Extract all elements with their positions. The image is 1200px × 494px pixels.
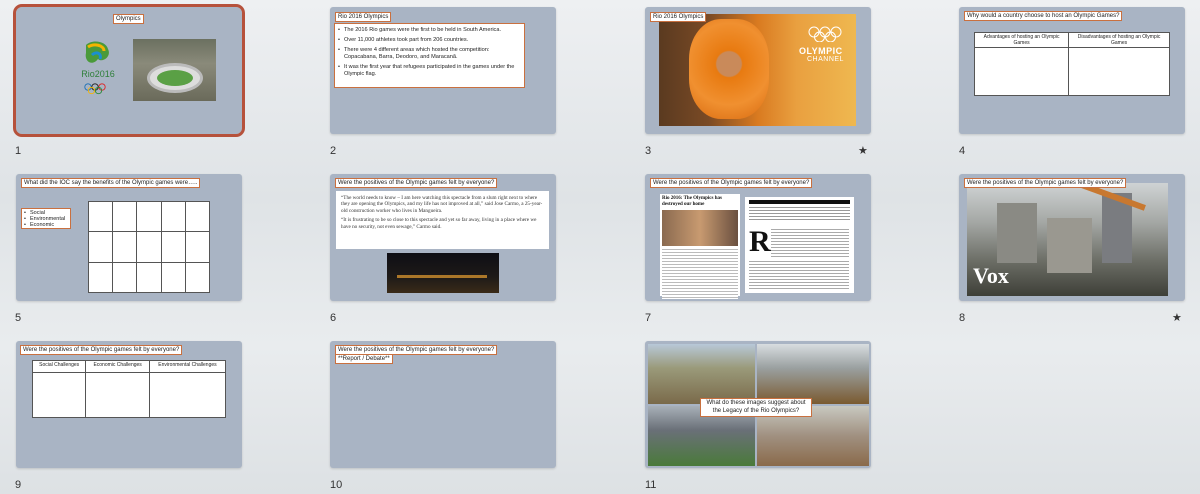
legacy-question-caption: What do these images suggest about the L… — [700, 398, 812, 417]
newspaper-article-left: Rio 2016: The Olympics has destroyed our… — [660, 194, 740, 299]
slide-subtitle: **Report / Debate** — [335, 354, 393, 364]
benefits-grid-table — [87, 200, 211, 294]
olympic-rings-icon — [808, 26, 842, 42]
olympic-channel-logo: OLYMPIC — [799, 46, 843, 56]
advantages-table: Advantages of hosting an Olympic Games Di… — [973, 32, 1170, 96]
animation-star-icon[interactable]: ★ — [1172, 311, 1182, 324]
table-header-disadvantages: Disadvantages of hosting an Olympic Game… — [1068, 32, 1170, 48]
bullet-item: Economic — [24, 222, 68, 228]
slide-thumbnail-11[interactable]: What do these images suggest about the L… — [645, 341, 871, 468]
logo-text: Rio2016 — [81, 69, 115, 79]
olympic-channel-logo-sub: CHANNEL — [807, 56, 844, 63]
quote-box: “The world needs to know – I am here wat… — [336, 191, 549, 249]
slide-number-7: 7 — [645, 312, 652, 324]
carnival-costume-photo: OLYMPIC CHANNEL — [659, 14, 856, 126]
slide-title: Rio 2016 Olympics — [650, 12, 707, 22]
slide-thumbnail-7[interactable]: Were the positives of the Olympic games … — [645, 174, 871, 301]
table-header-environmental: Environmental Challenges — [148, 360, 227, 373]
demolition-photo: Vox — [967, 181, 1168, 296]
bullet-item: There were 4 different areas which hoste… — [338, 47, 521, 61]
bullet-item: Over 11,000 athletes took part from 206 … — [338, 37, 521, 44]
slide-title: Were the positives of the Olympic games … — [20, 345, 183, 355]
slide-number-8: 8 — [959, 312, 966, 324]
slide-title: Rio 2016 Olympics — [335, 12, 392, 22]
bullet-item: The 2016 Rio games were the first to be … — [338, 27, 521, 34]
quote-paragraph: “It is frustrating to be so close to thi… — [341, 217, 537, 230]
slide-number-2: 2 — [330, 145, 337, 157]
abandoned-venue-photo — [648, 344, 755, 404]
facts-bullet-box: The 2016 Rio games were the first to be … — [334, 23, 525, 88]
slide-number-10: 10 — [330, 479, 343, 491]
slide-thumbnail-9[interactable]: Were the positives of the Olympic games … — [16, 341, 242, 468]
table-header-social: Social Challenges — [31, 360, 87, 373]
slide-thumbnail-5[interactable]: What did the IOC say the benefits of the… — [16, 174, 242, 301]
abandoned-pool-photo — [757, 344, 869, 404]
table-header-advantages: Advantages of hosting an Olympic Games — [973, 32, 1070, 48]
slide-number-6: 6 — [330, 312, 337, 324]
slide-title: What did the IOC say the benefits of the… — [21, 178, 201, 188]
slide-thumbnail-1[interactable]: Olympics Rio2016 — [13, 4, 245, 137]
slide-title: Were the positives of the Olympic games … — [650, 178, 813, 188]
challenges-table: Social Challenges Economic Challenges En… — [31, 360, 227, 418]
slide-thumbnail-3[interactable]: Rio 2016 Olympics OLYMPIC CHANNEL — [645, 7, 871, 134]
slide-title: Why would a country choose to host an Ol… — [964, 11, 1123, 21]
slide-title: Olympics — [113, 14, 144, 24]
slide-number-5: 5 — [15, 312, 22, 324]
slide-number-1: 1 — [15, 145, 22, 157]
slide-number-4: 4 — [959, 145, 966, 157]
stadium-aerial-photo — [133, 39, 216, 101]
rio-2016-logo: Rio2016 — [78, 41, 118, 97]
slide-thumbnail-8[interactable]: Vox Were the positives of the Olympic ga… — [959, 174, 1185, 301]
bullet-item: It was the first year that refugees part… — [338, 64, 521, 78]
slide-title: Were the positives of the Olympic games … — [964, 178, 1127, 188]
slide-thumbnail-10[interactable]: Were the positives of the Olympic games … — [330, 341, 556, 468]
slide-title: Were the positives of the Olympic games … — [335, 178, 498, 188]
article-headline: Rio 2016: The Olympics has destroyed our… — [662, 196, 722, 207]
article-dropcap: R — [749, 225, 771, 258]
slide-number-9: 9 — [15, 479, 22, 491]
slide-number-3: 3 — [645, 145, 652, 157]
quote-paragraph: “The world needs to know – I am here wat… — [341, 195, 543, 214]
newspaper-article-right: R — [745, 197, 854, 293]
vox-logo: Vox — [973, 263, 1009, 288]
night-stadium-photo — [387, 253, 499, 293]
slide-thumbnail-6[interactable]: Were the positives of the Olympic games … — [330, 174, 556, 301]
slide-thumbnail-2[interactable]: Rio 2016 Olympics The 2016 Rio games wer… — [330, 7, 556, 134]
slide-thumbnail-4[interactable]: Why would a country choose to host an Ol… — [959, 7, 1185, 134]
benefits-bullet-box: Social Environmental Economic — [21, 208, 71, 229]
animation-star-icon[interactable]: ★ — [858, 144, 868, 157]
table-header-economic: Economic Challenges — [85, 360, 150, 373]
slide-number-11: 11 — [645, 479, 657, 491]
